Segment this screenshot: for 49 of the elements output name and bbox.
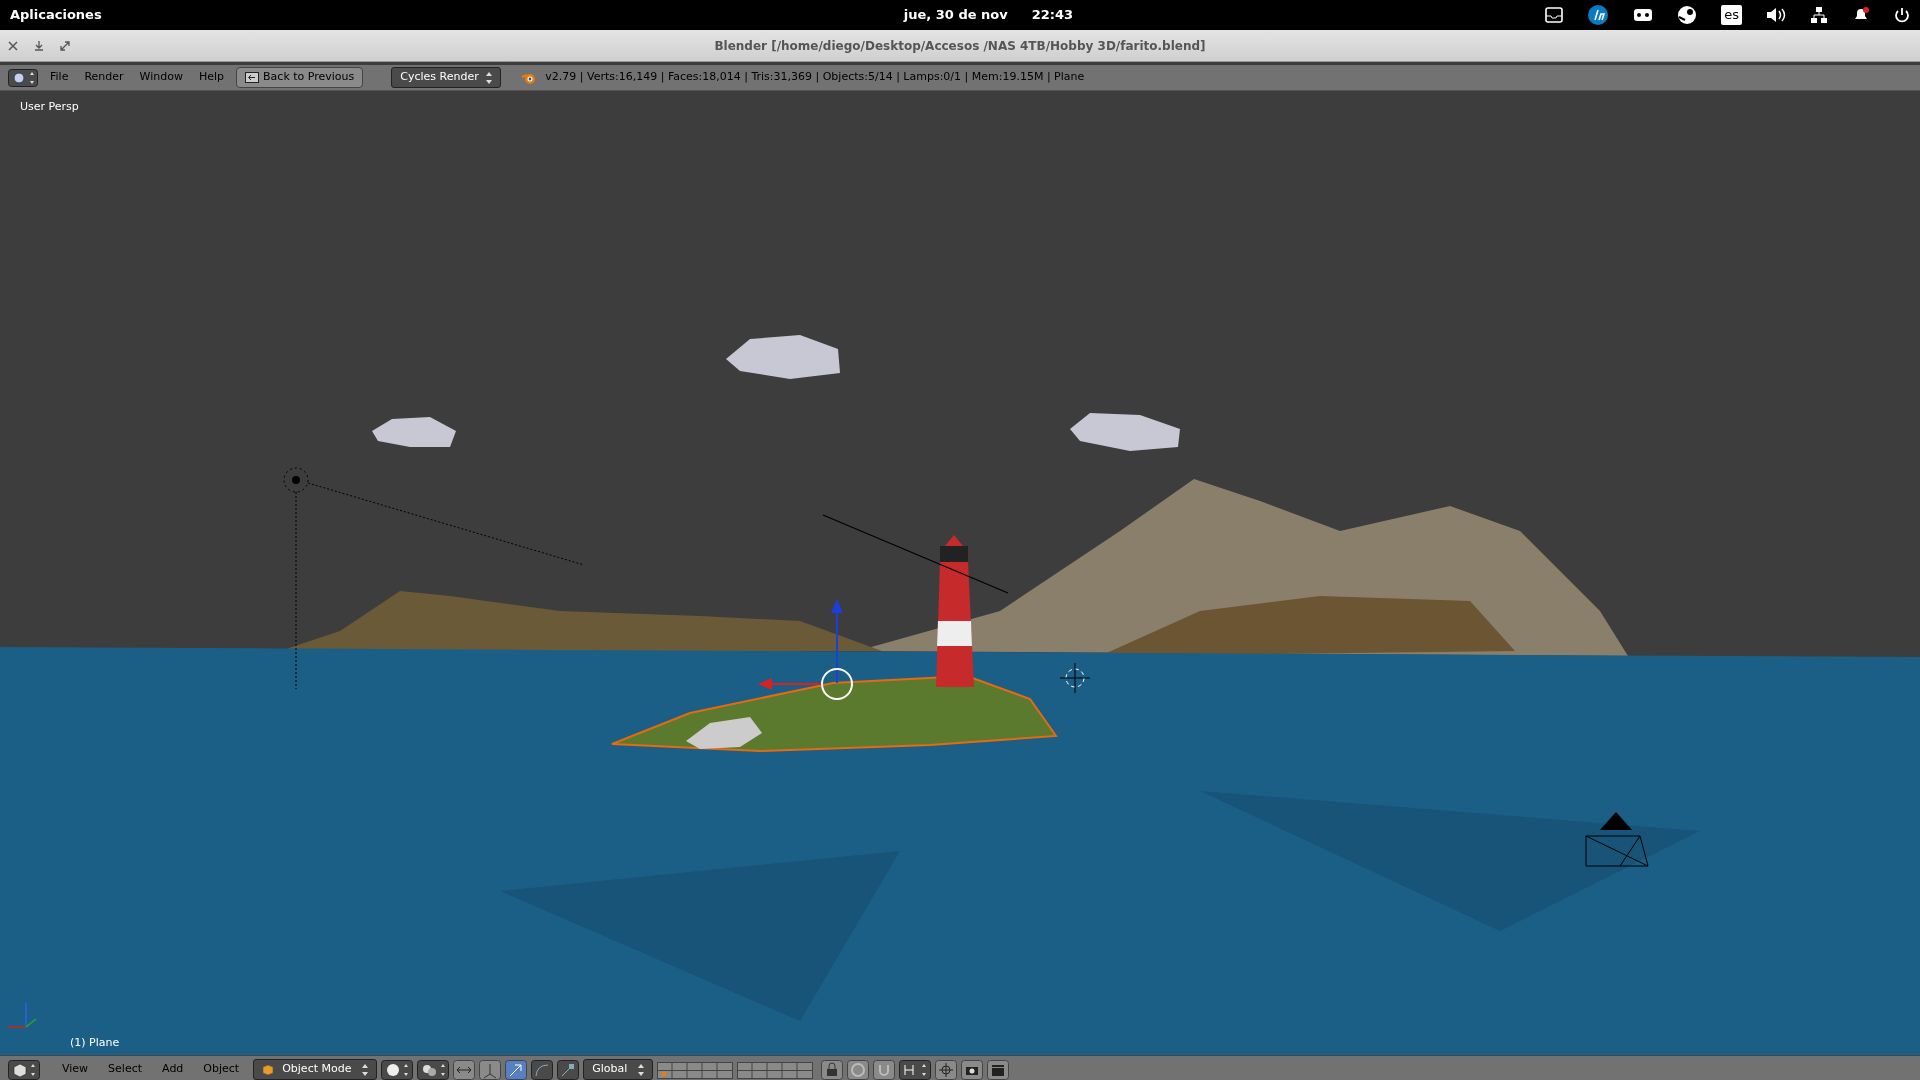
dropdown-arrows-icon (362, 1063, 369, 1076)
power-icon[interactable] (1894, 7, 1910, 23)
magnet-icon[interactable] (873, 1059, 896, 1080)
menu-item[interactable]: Add (152, 1059, 194, 1080)
menu-item[interactable]: Select (98, 1059, 153, 1080)
applications-menu[interactable]: Aplicaciones (10, 5, 102, 25)
viewport-shading-icon[interactable] (381, 1059, 414, 1080)
clapperboard-icon[interactable] (987, 1059, 1010, 1080)
lamp-icon (283, 467, 585, 690)
menu-item[interactable]: File (42, 67, 77, 88)
dropdown-arrows-icon (638, 1063, 645, 1076)
cube-icon (262, 1063, 275, 1076)
scale-icon[interactable] (557, 1059, 580, 1080)
menu-item[interactable]: Window (131, 67, 191, 88)
mode-dropdown[interactable]: Object Mode (253, 1059, 378, 1080)
orientation-dropdown[interactable]: Global (583, 1059, 654, 1080)
menu-item[interactable]: Render (76, 67, 132, 88)
info-editor-icon[interactable] (8, 68, 38, 87)
camera-drawing (1585, 812, 1649, 867)
lock-icon[interactable] (821, 1059, 844, 1080)
maximize-icon[interactable] (60, 40, 70, 51)
minimize-icon[interactable] (34, 40, 44, 51)
view-label: User Persp (20, 99, 79, 115)
window-title: Blender [/home/diego/Desktop/Accesos /NAS 4TB/Hobby 3D/farito.blend] (713, 37, 1207, 55)
menu-item[interactable]: Object (193, 1059, 250, 1080)
keyboard-layout-indicator[interactable]: es (1721, 5, 1742, 25)
curve-icon[interactable] (531, 1059, 554, 1080)
inbox-icon[interactable] (1545, 7, 1564, 23)
snap-element-icon[interactable] (899, 1059, 932, 1080)
clock-time: 22:43 (1031, 6, 1074, 25)
menu-item[interactable]: View (52, 1059, 99, 1080)
menu-item[interactable]: Help (190, 67, 233, 88)
3d-cursor-icon (1059, 662, 1091, 694)
close-icon[interactable] (8, 40, 18, 51)
axis-gizmo-icon (7, 1002, 37, 1028)
render-camera-icon[interactable] (961, 1059, 984, 1080)
pivot-point-icon[interactable] (417, 1059, 450, 1080)
active-object-label: (1) Plane (70, 1035, 120, 1051)
scene-statistics: v2.79 | Verts:16,149 | Faces:18,014 | Tris:31,369 | Objects:5/14 | Lamps:0/1 | Mem:19.15M | Plane (545, 69, 1085, 86)
volume-icon[interactable] (1766, 7, 1786, 23)
back-to-previous-button[interactable]: Back to Previous (236, 67, 364, 88)
date-text: jue, 30 de nov (903, 6, 1008, 25)
transform-manipulator-toggle-icon[interactable] (453, 1059, 476, 1080)
dropdown-arrows-icon (486, 71, 493, 84)
render-engine-dropdown[interactable]: Cycles Render (391, 67, 502, 88)
proportional-editing-icon[interactable] (847, 1059, 870, 1080)
gamepad-icon[interactable] (1633, 7, 1654, 23)
network-icon[interactable] (1810, 6, 1828, 24)
snap-target-icon[interactable] (935, 1059, 958, 1080)
